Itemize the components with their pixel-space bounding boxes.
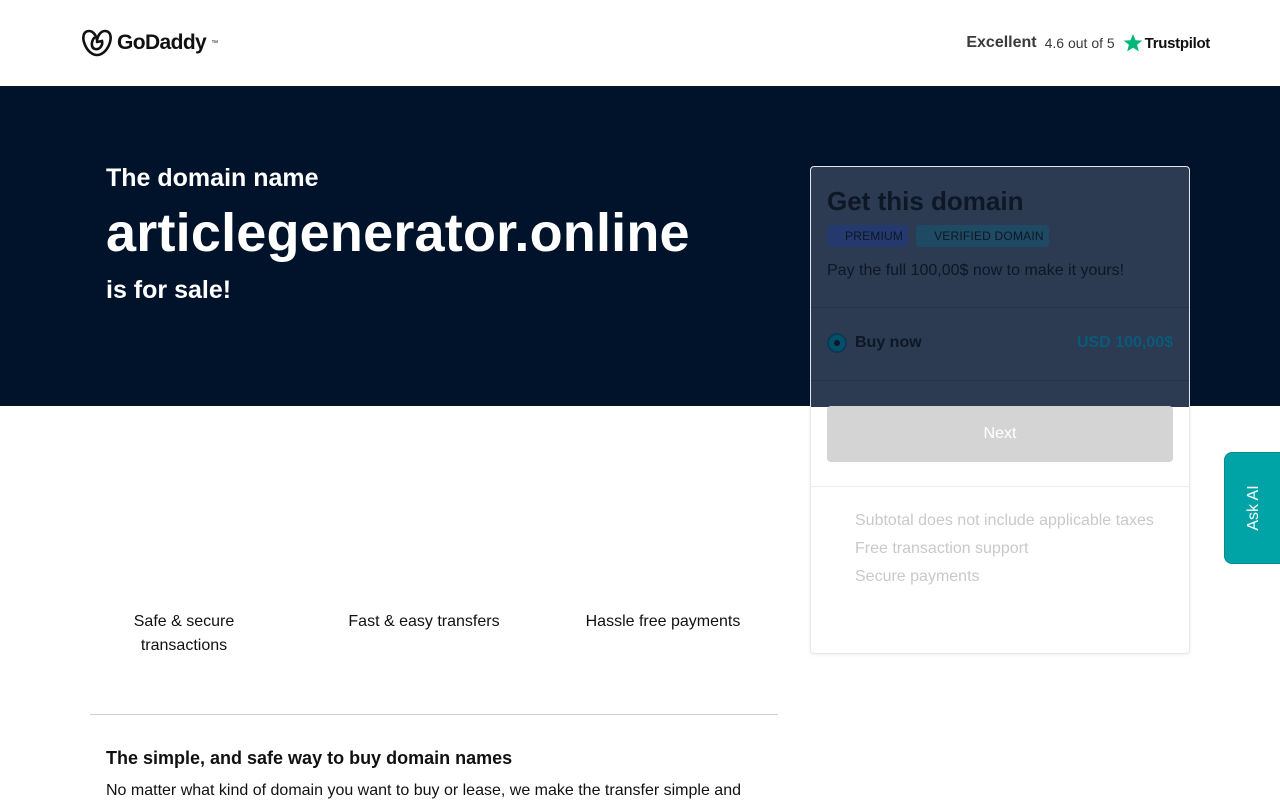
card-description: Pay the full 100,00$ now to make it your… (827, 262, 1125, 279)
badge-group: PREMIUM VERIFIED DOMAIN (827, 225, 1049, 247)
buy-now-price: USD 100,00$ (1076, 334, 1173, 351)
feature-easy-transfers: Fast & easy transfers (348, 613, 500, 630)
next-button[interactable]: Next (827, 406, 1173, 462)
card-divider (811, 486, 1189, 487)
card-divider (811, 307, 1189, 308)
section-body: No matter what kind of domain you want t… (106, 782, 741, 799)
purchase-card: Get this domain PREMIUM VERIFIED DOMAIN … (810, 166, 1190, 654)
section-divider (90, 714, 778, 715)
section-title: The simple, and safe way to buy domain n… (106, 748, 513, 768)
benefit-taxes: Subtotal does not include applicable tax… (855, 512, 1154, 529)
brand-name: GoDaddy (117, 31, 207, 54)
hero-posttext: is for sale! (106, 276, 232, 304)
trustpilot-star-icon (1123, 34, 1142, 52)
benefits-list: Subtotal does not include applicable tax… (855, 507, 1154, 591)
ask-ai-button[interactable]: Ask AI (1224, 452, 1280, 564)
trustpilot-wordmark: Trustpilot (1144, 34, 1211, 52)
trustpilot-rating[interactable]: Excellent 4.6 out of 5 Trustpilot (966, 31, 1210, 55)
rating-score: 4.6 out of 5 (1044, 35, 1115, 51)
verified-domain-badge: VERIFIED DOMAIN (916, 225, 1049, 247)
rating-word: Excellent (966, 34, 1037, 51)
premium-badge: PREMIUM (827, 225, 909, 247)
buy-now-label[interactable]: Buy now (855, 334, 922, 352)
feature-secure-transactions: Safe & secure transactions (133, 613, 235, 654)
godaddy-logo[interactable]: GoDaddy ™ (81, 28, 218, 58)
hero-pretext: The domain name (106, 164, 319, 192)
benefit-secure-payments: Secure payments (855, 568, 980, 585)
ask-ai-label: Ask AI (1245, 485, 1262, 531)
top-header: GoDaddy ™ Excellent 4.6 out of 5 Trustpil… (0, 0, 1280, 86)
feature-hassle-free-payments: Hassle free payments (585, 613, 741, 630)
hero-domain-name: articlegenerator.online (106, 203, 690, 263)
benefit-support: Free transaction support (855, 540, 1029, 557)
godaddy-logo-icon (82, 29, 112, 57)
card-divider (811, 380, 1189, 381)
trademark-mark: ™ (211, 39, 219, 47)
buy-now-radio[interactable] (827, 333, 847, 353)
card-title: Get this domain (827, 186, 1024, 216)
